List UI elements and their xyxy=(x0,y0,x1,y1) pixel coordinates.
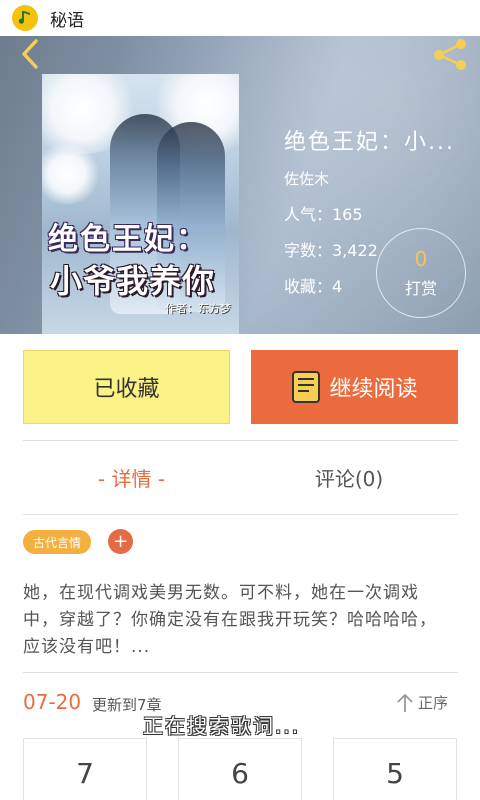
collected-button[interactable]: 已收藏 xyxy=(23,350,230,424)
continue-reading-label: 继续阅读 xyxy=(329,377,418,402)
continue-reading-button[interactable]: 继续阅读 xyxy=(251,350,458,424)
tab-comments[interactable]: 评论(0) xyxy=(240,440,458,514)
tip-count: 0 xyxy=(414,247,428,271)
sort-label: 正序 xyxy=(418,694,449,712)
book-header: 绝色王妃： 小爷我养你 作者：东方梦 绝色王妃：小... 佐佐木 人气：165 … xyxy=(0,36,480,334)
popularity-stat: 人气：165 xyxy=(284,205,363,224)
book-description: 她，在现代调戏美男无数。可不料，她在一次调戏中，穿越了？你确定没有在跟我开玩笑？… xyxy=(23,583,437,657)
chapter-cell[interactable]: 5 xyxy=(333,738,457,800)
genre-tag[interactable]: 古代言情 xyxy=(23,530,92,554)
back-button[interactable] xyxy=(10,36,50,72)
tip-label: 打赏 xyxy=(404,279,437,298)
update-date: 07-20 xyxy=(23,690,82,714)
lyric-search-toast: 正在搜索歌词... xyxy=(143,714,301,738)
book-author[interactable]: 佐佐木 xyxy=(284,168,474,189)
collected-label: 已收藏 xyxy=(93,377,160,402)
music-note-icon xyxy=(12,5,38,31)
chevron-left-icon xyxy=(22,39,38,69)
status-bar: 秘语 xyxy=(0,0,480,36)
divider xyxy=(23,672,458,673)
tab-detail[interactable]: - 详情 - xyxy=(23,440,240,514)
book-icon xyxy=(292,371,321,403)
cover-title-line1: 绝色王妃： xyxy=(48,222,208,257)
divider xyxy=(23,514,458,515)
share-icon xyxy=(434,39,466,70)
cover-author: 作者：东方梦 xyxy=(165,302,231,315)
book-title: 绝色王妃：小... xyxy=(284,130,455,155)
add-tag-button[interactable]: + xyxy=(108,529,133,554)
cover-title-line2: 小爷我养你 xyxy=(50,262,216,300)
tip-button[interactable]: 0 打赏 xyxy=(376,228,466,318)
chapter-cell[interactable]: 6 xyxy=(178,738,302,800)
chapter-cell[interactable]: 7 xyxy=(23,738,147,800)
arrow-up-icon xyxy=(397,693,413,712)
app-name: 秘语 xyxy=(50,10,84,31)
share-button[interactable] xyxy=(428,36,472,72)
sort-button[interactable]: 正序 xyxy=(396,692,448,713)
book-cover[interactable]: 绝色王妃： 小爷我养你 作者：东方梦 xyxy=(42,74,239,334)
